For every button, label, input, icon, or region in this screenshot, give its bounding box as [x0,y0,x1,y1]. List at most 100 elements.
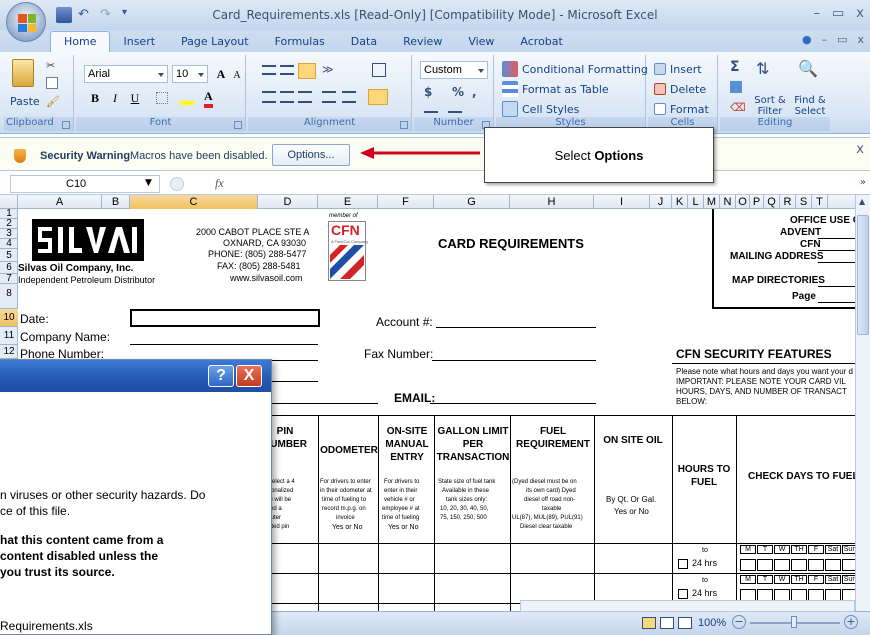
row-header-5[interactable]: 5 [0,249,18,262]
help-icon[interactable]: ● [802,33,812,46]
page-layout-view-icon[interactable] [660,617,674,629]
selected-cell-c10[interactable] [130,309,320,327]
column-header-s[interactable]: S [796,195,812,209]
tab-insert[interactable]: Insert [110,32,168,52]
shrink-font-button[interactable]: A [228,67,246,85]
clipboard-launcher-icon[interactable] [62,121,70,129]
border-icon[interactable] [156,92,168,104]
name-box[interactable]: C10 [10,175,160,193]
insert-cells-button[interactable]: Insert [654,59,702,79]
wrap-text-icon[interactable] [372,63,386,77]
increase-decimal-icon[interactable] [424,105,438,113]
day-checkbox[interactable] [825,559,841,571]
tab-page-layout[interactable]: Page Layout [168,32,262,52]
delete-cells-button[interactable]: Delete [654,79,706,99]
row-header-11[interactable]: 11 [0,327,18,345]
alignment-launcher-icon[interactable] [400,121,408,129]
zoom-in-icon[interactable]: + [844,615,858,629]
format-as-table-button[interactable]: Format as Table [502,79,609,99]
zoom-slider-thumb[interactable] [791,616,797,628]
column-header-l[interactable]: L [688,195,704,209]
column-header-g[interactable]: G [434,195,510,209]
cut-icon[interactable]: ✂ [46,59,55,72]
format-painter-icon[interactable]: 🖌 [46,95,60,108]
column-header-j[interactable]: J [650,195,672,209]
dialog-close-button[interactable]: X [236,365,262,387]
bold-button[interactable]: B [86,89,104,107]
column-header-b[interactable]: B [102,195,130,209]
conditional-formatting-button[interactable]: Conditional Formatting [502,59,648,79]
align-bottom-icon[interactable] [298,63,316,79]
scroll-thumb[interactable] [857,215,869,335]
column-header-m[interactable]: M [704,195,720,209]
dialog-help-button[interactable]: ? [208,365,234,387]
column-header-d[interactable]: D [258,195,318,209]
row-header-7[interactable]: 7 [0,274,18,284]
align-center-icon[interactable] [280,91,294,103]
align-top-icon[interactable] [262,65,276,75]
tab-acrobat[interactable]: Acrobat [507,32,575,52]
select-all-corner[interactable] [0,195,18,209]
format-cells-button[interactable]: Format [654,99,709,119]
day-checkbox[interactable] [774,559,790,571]
align-middle-icon[interactable] [280,65,294,75]
clear-icon[interactable]: ⌫ [730,101,746,114]
column-header-q[interactable]: Q [764,195,780,209]
redo-icon[interactable]: ↷ [100,7,116,23]
tab-view[interactable]: View [455,32,507,52]
day-checkbox[interactable] [791,559,807,571]
maximize-button[interactable]: ▭ [832,6,844,21]
normal-view-icon[interactable] [642,617,656,629]
sort-filter-label[interactable]: Sort & Filter [750,95,790,117]
column-header-a[interactable]: A [18,195,102,209]
sort-filter-icon[interactable]: ⇅ [756,59,769,78]
currency-button[interactable]: $ [424,85,432,99]
row-header-12[interactable]: 12 [0,345,18,359]
row-header-8[interactable]: 8 [0,284,18,309]
day-checkbox[interactable] [740,559,756,571]
italic-button[interactable]: I [106,89,124,107]
increase-indent-icon[interactable] [342,91,356,103]
merge-center-icon[interactable] [368,89,388,105]
paste-label[interactable]: Paste [10,95,40,108]
column-header-e[interactable]: E [318,195,378,209]
save-icon[interactable] [56,7,72,23]
find-select-label[interactable]: Find & Select [790,95,830,117]
comma-button[interactable]: , [472,85,477,99]
fill-icon[interactable] [730,81,742,93]
decrease-decimal-icon[interactable] [448,105,462,113]
ribbon-close-button[interactable]: x [857,33,864,46]
tab-data[interactable]: Data [338,32,390,52]
font-size-combo[interactable]: 10 [172,65,208,83]
column-header-c[interactable]: C [130,195,258,209]
percent-button[interactable]: % [452,85,464,99]
scroll-up-icon[interactable]: ▲ [859,197,865,206]
name-box-dropdown-icon[interactable]: ▼ [145,178,152,188]
options-button[interactable]: Options... [272,144,350,166]
copy-icon[interactable] [46,77,58,89]
autosum-button[interactable]: Σ [730,59,740,75]
column-header-f[interactable]: F [378,195,434,209]
minimize-button[interactable]: – [814,6,821,21]
vertical-scrollbar[interactable]: ▲ [855,195,870,611]
column-header-n[interactable]: N [720,195,736,209]
day-checkbox[interactable] [808,559,824,571]
tab-review[interactable]: Review [390,32,455,52]
zoom-level[interactable]: 100% [698,617,726,629]
column-header-p[interactable]: P [750,195,764,209]
expand-formula-icon[interactable]: » [860,177,866,188]
column-header-o[interactable]: O [736,195,750,209]
close-icon[interactable]: x [856,142,864,157]
paste-icon[interactable] [12,59,34,87]
hours-24-checkbox-1[interactable] [678,559,688,569]
column-header-k[interactable]: K [672,195,688,209]
tab-home[interactable]: Home [50,31,111,52]
ribbon-minimize-button[interactable]: – [822,33,828,46]
row-header-4[interactable]: 4 [0,239,18,249]
column-header-t[interactable]: T [812,195,828,209]
day-checkbox[interactable] [757,559,773,571]
zoom-out-icon[interactable]: − [732,615,746,629]
page-break-view-icon[interactable] [678,617,692,629]
fill-color-icon[interactable] [180,91,194,105]
row-header-10[interactable]: 10 [0,309,18,327]
